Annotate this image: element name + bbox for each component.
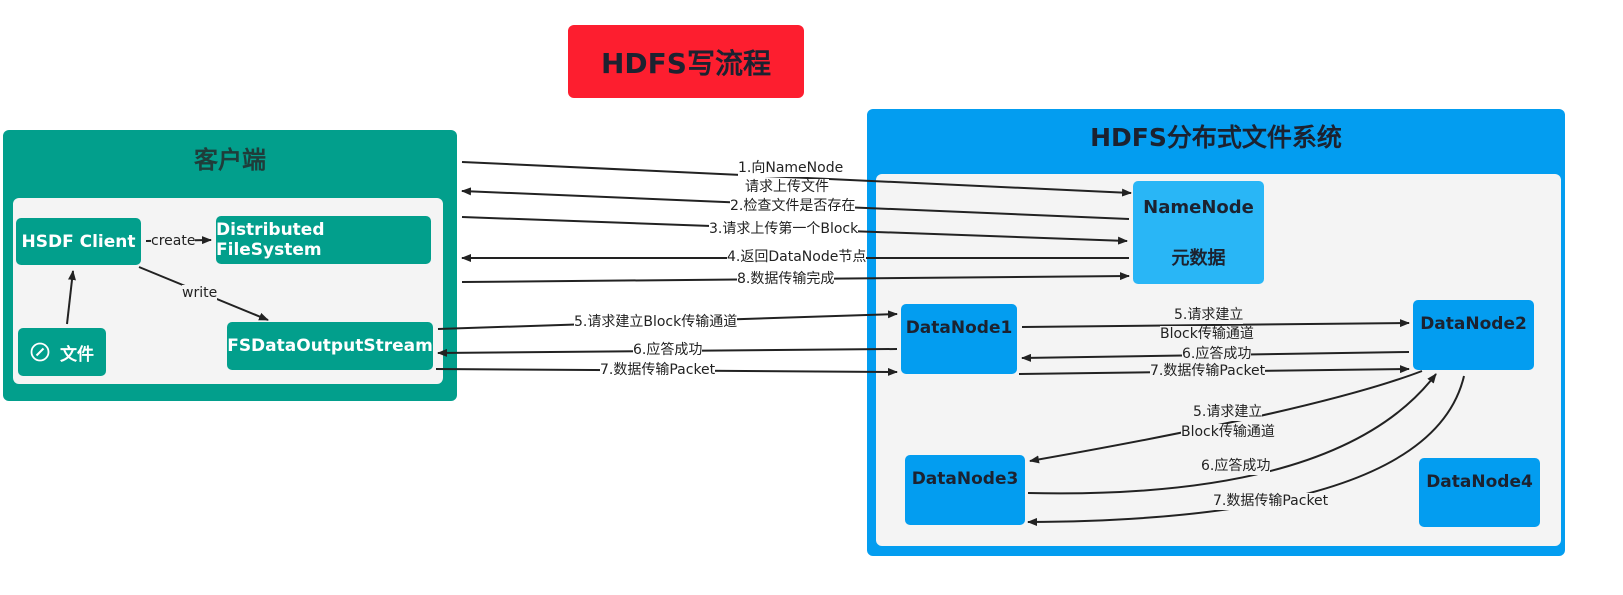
arrow-layer	[66, 161, 1465, 526]
create-label: create	[151, 233, 196, 250]
step3-label: 3.请求上传第一个Block	[709, 221, 859, 238]
step5-client-label: 5.请求建立Block传输通道	[574, 314, 738, 331]
step4-label: 4.返回DataNode节点	[727, 249, 867, 266]
step2-label: 2.检查文件是否存在	[730, 198, 856, 215]
step7-dn23-label: 7.数据传输Packet	[1213, 493, 1329, 510]
step6-client-label: 6.应答成功	[633, 342, 703, 359]
step1-label-line2: 请求上传文件	[745, 179, 829, 196]
step5-dn23-label-line2: Block传输通道	[1181, 424, 1275, 441]
step5-dn23-label-line1: 5.请求建立	[1193, 404, 1263, 421]
step5-dn12-label-line2: Block传输通道	[1160, 326, 1254, 343]
arrow-file-to-client	[66, 270, 76, 325]
step7-client-label: 7.数据传输Packet	[600, 362, 716, 379]
step5-dn12-label-line1: 5.请求建立	[1174, 307, 1244, 324]
write-label: write	[182, 285, 218, 302]
step6-dn23-label: 6.应答成功	[1201, 458, 1271, 475]
step1-label-line1: 1.向NameNode	[738, 160, 844, 177]
step6-dn12-label: 6.应答成功	[1182, 346, 1252, 363]
step8-label: 8.数据传输完成	[737, 271, 835, 288]
step7-dn12-label: 7.数据传输Packet	[1150, 363, 1266, 380]
